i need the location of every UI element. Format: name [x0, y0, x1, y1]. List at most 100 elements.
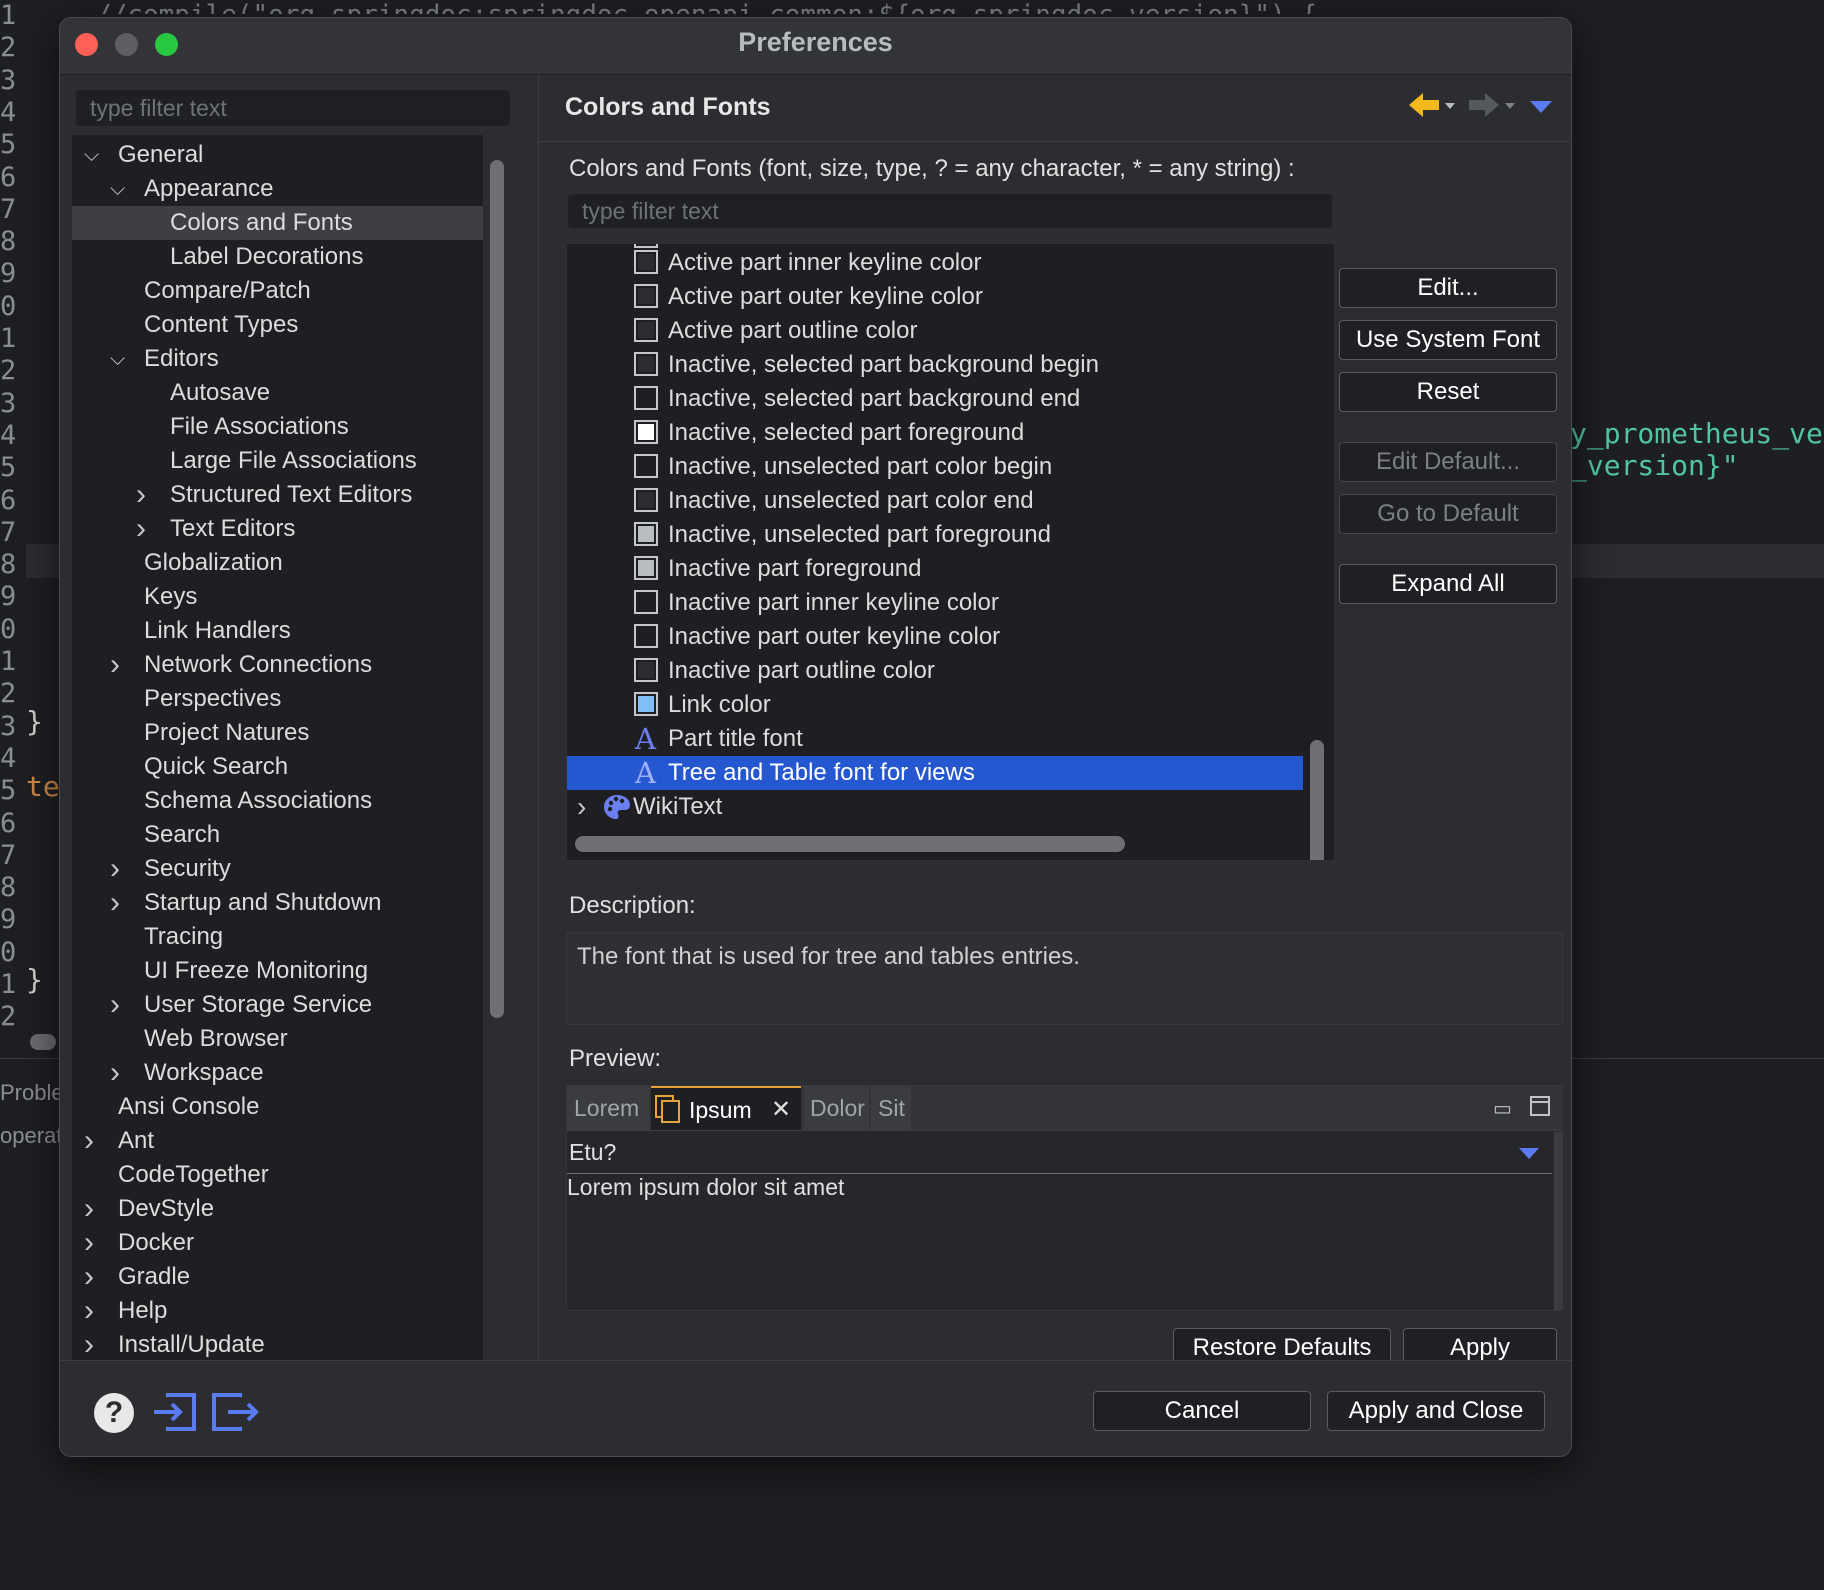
- tree-item[interactable]: Tracing: [72, 920, 483, 954]
- color-font-item[interactable]: Inactive part outer keyline color: [567, 620, 1303, 654]
- problems-tab[interactable]: Proble: [0, 1080, 64, 1106]
- chevron-right-icon[interactable]: ›: [136, 512, 156, 546]
- color-font-item[interactable]: Inactive, selected part background end: [567, 382, 1303, 416]
- preview-scrollbar[interactable]: [1554, 1132, 1563, 1310]
- tree-item[interactable]: Keys: [72, 580, 483, 614]
- color-font-item[interactable]: Inactive, selected part foreground: [567, 416, 1303, 450]
- tree-item[interactable]: › Network Connections: [72, 648, 483, 682]
- dropdown-arrow-icon[interactable]: [1518, 1147, 1540, 1161]
- expand-all-button[interactable]: Expand All: [1339, 564, 1557, 604]
- tree-item[interactable]: Compare/Patch: [72, 274, 483, 308]
- tree-item[interactable]: › Text Editors: [72, 512, 483, 546]
- chevron-right-icon[interactable]: ›: [110, 988, 130, 1022]
- list-vscroll[interactable]: [1310, 740, 1324, 860]
- preview-tab-sit[interactable]: Sit: [871, 1086, 911, 1130]
- edit-button[interactable]: Edit...: [1339, 268, 1557, 308]
- tree-item[interactable]: › Install/Update: [72, 1328, 483, 1360]
- go-to-default-button[interactable]: Go to Default: [1339, 494, 1557, 534]
- tree-item[interactable]: Schema Associations: [72, 784, 483, 818]
- reset-button[interactable]: Reset: [1339, 372, 1557, 412]
- tree-scrollbar[interactable]: [490, 160, 504, 1018]
- tree-item[interactable]: › Help: [72, 1294, 483, 1328]
- editor-hscroll[interactable]: [30, 1034, 56, 1050]
- tree-item[interactable]: › Ant: [72, 1124, 483, 1158]
- tree-item[interactable]: ⌵ Appearance: [72, 172, 483, 206]
- tree-item[interactable]: Quick Search: [72, 750, 483, 784]
- tree-item[interactable]: Web Browser: [72, 1022, 483, 1056]
- tree-item[interactable]: Ansi Console: [72, 1090, 483, 1124]
- list-hscroll[interactable]: [575, 836, 1125, 852]
- color-font-item[interactable]: Inactive, unselected part color end: [567, 484, 1303, 518]
- color-font-item[interactable]: A Part title font: [567, 722, 1303, 756]
- tree-item[interactable]: Label Decorations: [72, 240, 483, 274]
- tree-item[interactable]: › DevStyle: [72, 1192, 483, 1226]
- chevron-down-icon[interactable]: ⌵: [110, 342, 130, 376]
- tree-item[interactable]: Content Types: [72, 308, 483, 342]
- maximize-view-icon[interactable]: [1530, 1096, 1550, 1116]
- tree-item[interactable]: Large File Associations: [72, 444, 483, 478]
- color-font-item[interactable]: Active part outline color: [567, 314, 1303, 348]
- chevron-right-icon[interactable]: ›: [110, 852, 130, 886]
- tree-item[interactable]: › Gradle: [72, 1260, 483, 1294]
- back-arrow-icon[interactable]: [1407, 91, 1461, 121]
- chevron-right-icon[interactable]: ›: [110, 886, 130, 920]
- tree-item[interactable]: › User Storage Service: [72, 988, 483, 1022]
- color-font-item[interactable]: Active part inner keyline color: [567, 246, 1303, 280]
- color-font-item[interactable]: Inactive part inner keyline color: [567, 586, 1303, 620]
- chevron-right-icon[interactable]: ›: [110, 1056, 130, 1090]
- close-tab-icon[interactable]: ✕: [771, 1088, 791, 1132]
- tree-item[interactable]: Colors and Fonts: [72, 206, 483, 240]
- tree-item[interactable]: CodeTogether: [72, 1158, 483, 1192]
- tree-item[interactable]: › Docker: [72, 1226, 483, 1260]
- tree-item[interactable]: ⌵ General: [72, 138, 483, 172]
- color-font-item[interactable]: Inactive, selected part background begin: [567, 348, 1303, 382]
- tree-item[interactable]: Link Handlers: [72, 614, 483, 648]
- chevron-right-icon[interactable]: ›: [84, 1260, 104, 1294]
- chevron-right-icon[interactable]: ›: [136, 478, 156, 512]
- preview-tab-lorem[interactable]: Lorem: [567, 1086, 649, 1130]
- tree-item[interactable]: › Workspace: [72, 1056, 483, 1090]
- chevron-right-icon[interactable]: ›: [110, 648, 130, 682]
- colors-filter-input[interactable]: type filter text: [568, 194, 1332, 228]
- color-font-item[interactable]: Inactive, unselected part foreground: [567, 518, 1303, 552]
- apply-and-close-button[interactable]: Apply and Close: [1327, 1391, 1545, 1431]
- edit-default-button[interactable]: Edit Default...: [1339, 442, 1557, 482]
- tree-item[interactable]: Globalization: [72, 546, 483, 580]
- color-font-item[interactable]: Active part outer keyline color: [567, 280, 1303, 314]
- tree-item[interactable]: File Associations: [72, 410, 483, 444]
- preview-tab-dolor[interactable]: Dolor: [803, 1086, 869, 1130]
- chevron-down-icon[interactable]: ⌵: [84, 138, 104, 172]
- help-icon[interactable]: ?: [94, 1393, 134, 1433]
- tree-item[interactable]: › Startup and Shutdown: [72, 886, 483, 920]
- chevron-right-icon[interactable]: ›: [84, 1124, 104, 1158]
- color-font-item[interactable]: Link color: [567, 688, 1303, 722]
- color-font-item[interactable]: › WikiText: [567, 790, 1303, 824]
- tree-item[interactable]: › Security: [72, 852, 483, 886]
- tree-item[interactable]: Search: [72, 818, 483, 852]
- tree-item[interactable]: UI Freeze Monitoring: [72, 954, 483, 988]
- tree-item[interactable]: Project Natures: [72, 716, 483, 750]
- import-icon[interactable]: [152, 1391, 198, 1433]
- chevron-down-icon[interactable]: ⌵: [110, 172, 130, 206]
- minimize-view-icon[interactable]: ▭: [1493, 1096, 1512, 1121]
- tree-filter-input[interactable]: type filter text: [76, 90, 510, 126]
- chevron-right-icon[interactable]: ›: [84, 1294, 104, 1328]
- export-icon[interactable]: [210, 1391, 260, 1433]
- color-font-item[interactable]: Inactive part foreground: [567, 552, 1303, 586]
- color-font-item[interactable]: Inactive, unselected part color begin: [567, 450, 1303, 484]
- chevron-right-icon[interactable]: ›: [577, 790, 586, 824]
- color-font-item[interactable]: Inactive part outline color: [567, 654, 1303, 688]
- chevron-right-icon[interactable]: ›: [84, 1192, 104, 1226]
- use-system-font-button[interactable]: Use System Font: [1339, 320, 1557, 360]
- tree-item[interactable]: ⌵ Editors: [72, 342, 483, 376]
- chevron-right-icon[interactable]: ›: [84, 1226, 104, 1260]
- tree-item[interactable]: › Structured Text Editors: [72, 478, 483, 512]
- view-menu-icon[interactable]: [1529, 99, 1553, 115]
- forward-arrow-icon[interactable]: [1467, 91, 1521, 121]
- tree-item[interactable]: Perspectives: [72, 682, 483, 716]
- cancel-button[interactable]: Cancel: [1093, 1391, 1311, 1431]
- color-font-item[interactable]: A Tree and Table font for views: [567, 756, 1303, 790]
- tree-item[interactable]: Autosave: [72, 376, 483, 410]
- chevron-right-icon[interactable]: ›: [84, 1328, 104, 1360]
- preview-tab-ipsum[interactable]: Ipsum ✕: [651, 1086, 801, 1130]
